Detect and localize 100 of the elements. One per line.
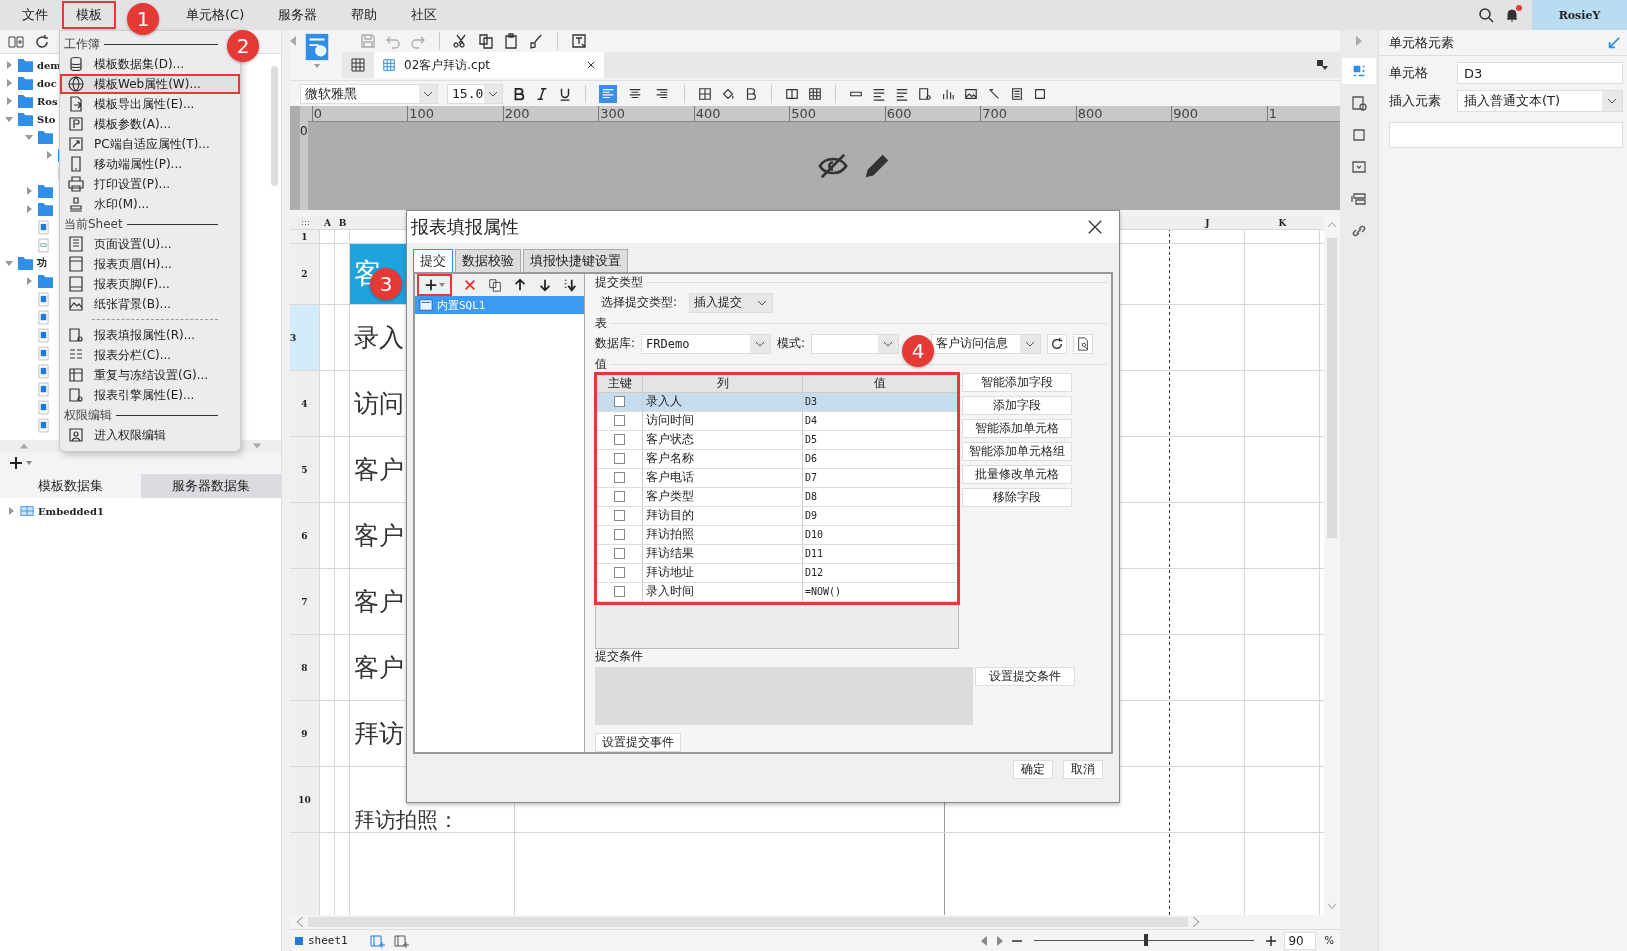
checkbox[interactable] — [614, 586, 625, 598]
menu-item[interactable]: 报表引擎属性(E)... — [60, 385, 240, 405]
table-row[interactable]: 访问时间 D4 — [597, 411, 957, 431]
cell-field[interactable]: D3 — [1457, 62, 1623, 84]
table-row[interactable]: 录入时间 =NOW() — [597, 582, 957, 602]
add-sheet-icon[interactable] — [369, 932, 386, 949]
copy-icon[interactable] — [478, 33, 494, 49]
slash-icon[interactable] — [987, 86, 1001, 101]
next-sheet-icon[interactable] — [996, 935, 1005, 946]
row-header[interactable]: 8 — [290, 635, 320, 700]
chevron-down-icon[interactable] — [883, 340, 894, 347]
hidden-eye-icon[interactable] — [817, 151, 848, 181]
preview-button[interactable] — [1073, 333, 1094, 354]
chevron-down-icon[interactable] — [423, 90, 433, 97]
column-header[interactable]: 列 — [643, 374, 803, 392]
tree-item[interactable]: doc — [37, 77, 57, 89]
form-icon[interactable] — [1010, 86, 1024, 101]
row-header[interactable]: 10 — [290, 767, 320, 832]
expand-arrow-icon[interactable] — [24, 186, 34, 196]
chevron-down-icon[interactable] — [488, 90, 498, 97]
checkbox[interactable] — [614, 567, 625, 579]
text-lines-icon[interactable] — [872, 86, 886, 101]
tree-item[interactable]: Ros — [37, 95, 58, 107]
refresh-icon[interactable] — [34, 33, 50, 50]
expand-arrow-icon[interactable] — [4, 60, 14, 70]
zoom-slider-thumb[interactable] — [1144, 934, 1149, 946]
menu-item[interactable]: 打印设置(P)... — [60, 174, 240, 194]
fill-bucket-icon[interactable] — [721, 86, 735, 101]
set-event-button[interactable]: 设置提交事件 — [595, 733, 681, 752]
table-icon[interactable] — [808, 86, 822, 101]
menu-item[interactable]: 模板 — [62, 1, 116, 29]
insert-element-select[interactable]: 插入普通文本(T) — [1457, 90, 1623, 112]
row-header[interactable]: 1 — [290, 230, 320, 243]
bell-icon[interactable] — [1504, 7, 1520, 23]
chevron-down-icon[interactable] — [757, 299, 768, 306]
expand-arrow-icon[interactable] — [4, 96, 14, 106]
menu-item[interactable]: 移动端属性(P)... — [60, 154, 240, 174]
ok-button[interactable]: 确定 — [1013, 760, 1053, 779]
menu-item[interactable]: 报表页眉(H)... — [60, 254, 240, 274]
italic-icon[interactable] — [535, 86, 549, 101]
grid-add-icon[interactable] — [350, 57, 366, 73]
tab[interactable]: 提交 — [413, 249, 453, 272]
expand-arrow-icon[interactable] — [4, 258, 14, 268]
column-header[interactable]: A — [324, 217, 331, 228]
move-up-icon[interactable] — [513, 278, 527, 292]
checkbox[interactable] — [614, 434, 625, 446]
menu-item[interactable]: 水印(M)... — [60, 194, 240, 214]
chevron-down-icon[interactable] — [1025, 340, 1036, 347]
menu-item[interactable]: 模板参数(A)... — [60, 114, 240, 134]
submit-type-select[interactable]: 插入提交 — [689, 292, 774, 313]
row-header[interactable]: 7 — [290, 569, 320, 634]
database-select[interactable]: FRDemo — [641, 333, 772, 354]
move-down-icon[interactable] — [538, 278, 552, 292]
scroll-right-icon[interactable] — [1192, 917, 1200, 927]
column-header[interactable]: 主键 — [597, 374, 643, 392]
file-tab[interactable]: 02客户拜访.cpt — [374, 52, 604, 78]
underline-icon[interactable] — [558, 86, 572, 101]
text-preview-icon[interactable] — [571, 33, 587, 49]
action-button[interactable]: 智能添加单元格组 — [962, 441, 1072, 461]
column-header[interactable]: J — [1205, 217, 1210, 228]
checkbox[interactable] — [614, 548, 625, 560]
checkbox[interactable] — [614, 415, 625, 427]
set-condition-button[interactable]: 设置提交条件 — [975, 666, 1075, 686]
menu-item[interactable]: PC端自适应属性(T)... — [60, 134, 240, 154]
expand-arrow-icon[interactable] — [4, 114, 14, 124]
expand-arrow-icon[interactable] — [24, 132, 34, 142]
menu-item[interactable]: 帮助 — [337, 1, 392, 29]
merge-cells-icon[interactable] — [785, 86, 799, 101]
checkbox[interactable] — [614, 491, 625, 503]
caret-icon[interactable] — [26, 461, 32, 465]
row-header[interactable]: 6 — [290, 503, 320, 568]
sheet-tab[interactable]: sheet1 — [294, 934, 348, 947]
row-header[interactable]: 2 — [290, 244, 320, 304]
menu-item[interactable]: 模板Web属性(W)... — [60, 74, 240, 94]
menu-item[interactable]: 报表页脚(F)... — [60, 274, 240, 294]
table-select[interactable]: 客户访问信息 — [931, 333, 1042, 354]
checkbox[interactable] — [614, 510, 625, 522]
copy-icon[interactable] — [488, 278, 502, 292]
expand-arrow-icon[interactable] — [44, 150, 54, 160]
tab[interactable]: 数据校验 — [455, 249, 521, 272]
user-name[interactable]: RosieY — [1532, 0, 1627, 30]
scrollbar-thumb[interactable] — [1327, 238, 1337, 538]
font-size-select[interactable]: 15.0 — [447, 83, 503, 104]
column-header[interactable]: B — [338, 217, 347, 228]
refresh-button[interactable] — [1047, 333, 1068, 354]
expand-arrow-icon[interactable] — [24, 204, 34, 214]
cancel-button[interactable]: 取消 — [1063, 760, 1103, 779]
border-icon[interactable] — [698, 86, 712, 101]
menu-item[interactable]: 文件 — [8, 1, 62, 29]
arrow-icon[interactable] — [1607, 35, 1621, 50]
close-icon[interactable] — [586, 60, 596, 70]
menu-item[interactable]: 模板导出属性(E)... — [60, 94, 240, 114]
move-bottom-icon[interactable] — [563, 278, 577, 292]
chevron-down-icon[interactable] — [1607, 98, 1617, 104]
add-form-sheet-icon[interactable] — [393, 932, 410, 949]
menu-item[interactable]: 单元格(C) — [172, 1, 259, 29]
checkbox[interactable] — [614, 396, 625, 408]
action-button[interactable]: 批量修改单元格 — [962, 464, 1072, 484]
menu-item[interactable]: 服务器 — [264, 1, 332, 29]
tree-item[interactable]: Sto — [37, 113, 56, 125]
